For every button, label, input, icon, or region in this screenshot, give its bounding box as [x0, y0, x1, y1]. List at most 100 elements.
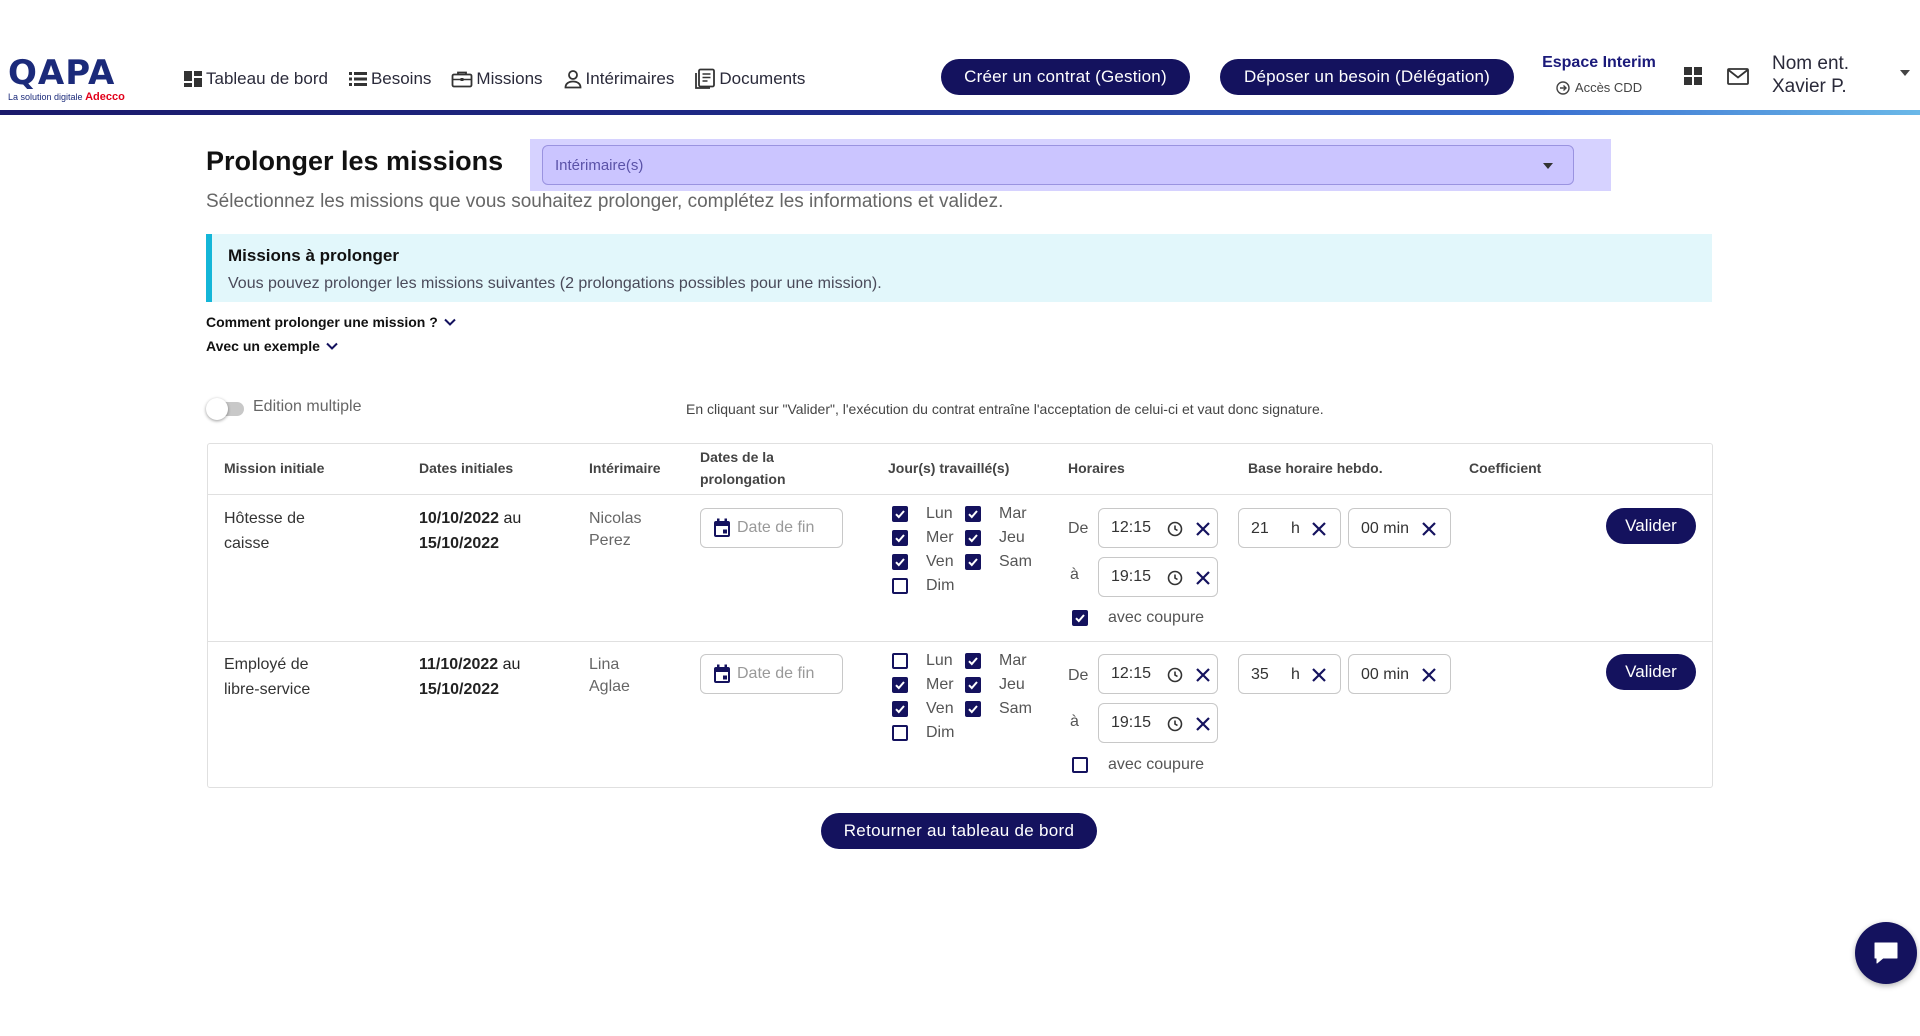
coupure-checkbox[interactable]: avec coupure: [1072, 756, 1204, 774]
page-title: Prolonger les missions: [206, 146, 504, 176]
espace-title: Espace Interim: [1542, 54, 1656, 71]
checkbox-icon: [965, 653, 981, 669]
date-end: 15/10/2022: [419, 535, 500, 552]
post-need-button[interactable]: Déposer un besoin (Délégation): [1220, 59, 1514, 95]
back-to-dashboard-button[interactable]: Retourner au tableau de bord: [821, 813, 1097, 849]
acces-cdd-label: Accès CDD: [1574, 80, 1643, 95]
qapa-logo[interactable]: QAPA La solution digitale Adecco: [8, 56, 130, 104]
label-de: De: [1068, 520, 1089, 537]
time-to-input[interactable]: 19:15: [1098, 557, 1218, 597]
day-label: Mar: [999, 505, 1027, 522]
day-dim-checkbox[interactable]: Dim: [892, 724, 954, 742]
minutes-input[interactable]: 00 min: [1348, 654, 1451, 694]
nav-besoins[interactable]: Besoins: [348, 69, 431, 89]
day-jeu-checkbox[interactable]: Jeu: [965, 529, 1025, 547]
interimaire-first-name: Nicolas: [589, 510, 642, 527]
validate-button[interactable]: Valider: [1606, 654, 1696, 690]
day-ven-checkbox[interactable]: Ven: [892, 700, 954, 718]
day-lun-checkbox[interactable]: Lun: [892, 505, 953, 523]
day-dim-checkbox[interactable]: Dim: [892, 577, 954, 595]
mail-icon[interactable]: [1727, 68, 1749, 90]
clear-icon[interactable]: [1195, 570, 1211, 586]
end-date-input[interactable]: Date de fin: [700, 654, 843, 694]
clear-icon[interactable]: [1421, 667, 1437, 683]
day-sam-checkbox[interactable]: Sam: [965, 700, 1032, 718]
nav-documents[interactable]: Documents: [694, 68, 805, 90]
mission-name: Employé de libre-service: [224, 652, 310, 702]
hours-input[interactable]: 35 h: [1238, 654, 1341, 694]
clear-icon[interactable]: [1195, 716, 1211, 732]
date-au: au: [502, 656, 521, 673]
apps-grid-icon[interactable]: [1683, 66, 1703, 91]
create-contract-button[interactable]: Créer un contrat (Gestion): [941, 59, 1190, 95]
missions-table: Mission initiale Dates initiales Intérim…: [207, 443, 1713, 788]
day-ven-checkbox[interactable]: Ven: [892, 553, 954, 571]
edition-multiple-switch[interactable]: [206, 398, 246, 420]
time-to-value: 19:15: [1111, 568, 1152, 585]
page: QAPA La solution digitale Adecco Tableau…: [0, 0, 1920, 1036]
interimaire-select[interactable]: Intérimaire(s): [542, 145, 1574, 185]
checkbox-icon: [892, 725, 908, 741]
info-text: Vous pouvez prolonger les missions suiva…: [228, 275, 882, 292]
checkbox-icon: [892, 554, 908, 570]
chevron-down-icon: [326, 342, 338, 350]
date-start: 10/10/2022: [419, 510, 500, 527]
interimaire-first-name: Lina: [589, 656, 620, 673]
initial-dates-line1: 11/10/2022 au: [419, 652, 520, 677]
chat-button[interactable]: [1855, 922, 1917, 984]
clear-icon[interactable]: [1311, 667, 1327, 683]
checkbox-icon: [892, 701, 908, 717]
day-mer-checkbox[interactable]: Mer: [892, 529, 954, 547]
header-dates: Dates initiales: [419, 460, 514, 476]
how-to-extend-toggle[interactable]: Comment prolonger une mission ?: [206, 314, 456, 330]
acces-cdd-link[interactable]: Accès CDD: [1536, 80, 1662, 95]
edition-multiple-label: Edition multiple: [253, 398, 362, 415]
day-label: Jeu: [999, 676, 1025, 693]
day-sam-checkbox[interactable]: Sam: [965, 553, 1032, 571]
calendar-icon: [714, 518, 730, 537]
coupure-checkbox[interactable]: avec coupure: [1072, 609, 1204, 627]
day-label: Dim: [926, 577, 955, 594]
mission-name-line2: libre-service: [224, 681, 311, 698]
nav-label: Intérimaires: [585, 69, 675, 88]
header-horaires: Horaires: [1068, 460, 1125, 476]
day-label: Ven: [926, 553, 954, 570]
day-mar-checkbox[interactable]: Mar: [965, 505, 1027, 523]
checkbox-icon: [1072, 757, 1088, 773]
interimaire-last-name: Aglae: [589, 678, 630, 695]
end-date-placeholder: Date de fin: [737, 519, 815, 536]
time-to-input[interactable]: 19:15: [1098, 703, 1218, 743]
time-from-input[interactable]: 12:15: [1098, 508, 1218, 548]
caret-down-icon[interactable]: [1900, 70, 1910, 76]
coupure-label: avec coupure: [1108, 609, 1205, 626]
nav-missions[interactable]: Missions: [451, 69, 543, 89]
example-toggle[interactable]: Avec un exemple: [206, 338, 338, 354]
header-prolongation: Dates de la prolongation: [700, 446, 786, 490]
validate-button[interactable]: Valider: [1606, 508, 1696, 544]
mission-name-line1: Employé de: [224, 656, 309, 673]
hours-value: 35: [1251, 666, 1269, 683]
hours-input[interactable]: 21 h: [1238, 508, 1341, 548]
clear-icon[interactable]: [1311, 521, 1327, 537]
label-a: à: [1070, 713, 1079, 730]
end-date-input[interactable]: Date de fin: [700, 508, 843, 548]
day-mer-checkbox[interactable]: Mer: [892, 676, 954, 694]
clear-icon[interactable]: [1195, 667, 1211, 683]
espace-interim[interactable]: Espace Interim Accès CDD: [1536, 54, 1662, 95]
user-menu[interactable]: Nom ent. Xavier P.: [1772, 52, 1849, 98]
list-icon: [348, 72, 367, 86]
clear-icon[interactable]: [1421, 521, 1437, 537]
checkbox-icon: [892, 677, 908, 693]
day-label: Mer: [926, 676, 954, 693]
clear-icon[interactable]: [1195, 521, 1211, 537]
day-lun-checkbox[interactable]: Lun: [892, 652, 953, 670]
day-jeu-checkbox[interactable]: Jeu: [965, 676, 1025, 694]
nav-interimaires[interactable]: Intérimaires: [563, 69, 675, 89]
nav-tableau-de-bord[interactable]: Tableau de bord: [183, 69, 328, 89]
time-from-input[interactable]: 12:15: [1098, 654, 1218, 694]
interimaire-last-name: Perez: [589, 532, 631, 549]
minutes-input[interactable]: 00 min: [1348, 508, 1451, 548]
day-mar-checkbox[interactable]: Mar: [965, 652, 1027, 670]
day-label: Ven: [926, 700, 954, 717]
initial-dates: 11/10/2022 au 15/10/2022: [419, 652, 520, 702]
